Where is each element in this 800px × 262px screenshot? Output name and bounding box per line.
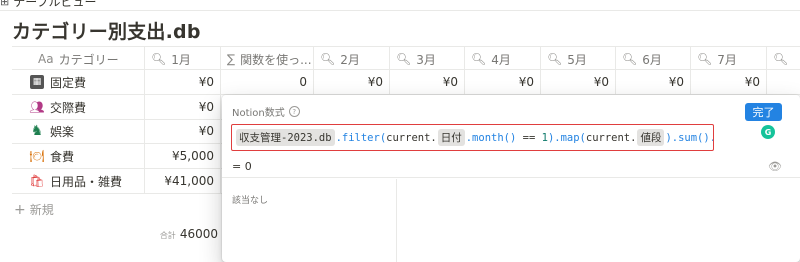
column-sum[interactable]: 合計 46000 bbox=[158, 227, 218, 241]
rollup-icon: 🔍︎ bbox=[547, 52, 563, 66]
formula-editor-header: Notion数式 ? bbox=[232, 104, 300, 119]
column-header-feb[interactable]: 🔍︎ 2月 bbox=[314, 47, 390, 71]
rollup-icon: 🔍︎ bbox=[151, 52, 167, 66]
formula-input[interactable]: 収支管理-2023.db .filter( current. 日付 .month… bbox=[231, 124, 714, 151]
calculator-icon: ▦ bbox=[30, 75, 44, 89]
column-label: 2月 bbox=[340, 52, 360, 67]
jan-cell[interactable]: ¥41,000 bbox=[145, 169, 221, 193]
dining-icon: 🍽︎ bbox=[29, 149, 45, 163]
category-name: 食費 bbox=[50, 149, 75, 164]
column-label: 3月 bbox=[416, 52, 436, 67]
eye-icon[interactable]: 👁︎ bbox=[768, 160, 782, 173]
category-cell[interactable]: 🍽︎ 食費 bbox=[12, 144, 145, 168]
sum-label: 合計 bbox=[159, 231, 176, 240]
rollup-icon: 🔍︎ bbox=[320, 52, 336, 66]
view-tab-label: テーブルビュー bbox=[13, 0, 97, 9]
category-cell[interactable]: 🛍︎ 日用品・雑費 bbox=[12, 169, 145, 193]
mar-cell[interactable]: ¥0 bbox=[390, 70, 465, 94]
plus-icon: + bbox=[14, 201, 26, 218]
column-header-jul[interactable]: 🔍︎ 7月 bbox=[691, 47, 767, 71]
done-button[interactable]: 完了 bbox=[745, 103, 782, 121]
formula-editor-popup: Notion数式 ? 完了 G 収支管理-2023.db .filter( cu… bbox=[222, 95, 800, 262]
text-property-icon: Aa bbox=[38, 52, 54, 66]
column-header-aug[interactable]: 🔍︎ bbox=[767, 47, 800, 71]
category-name: 日用品・雑費 bbox=[50, 174, 123, 189]
column-header-jun[interactable]: 🔍︎ 6月 bbox=[616, 47, 691, 71]
category-cell[interactable]: ♞ 娯楽 bbox=[12, 119, 145, 143]
column-header-category[interactable]: Aa カテゴリー bbox=[12, 47, 145, 71]
column-header-mar[interactable]: 🔍︎ 3月 bbox=[390, 47, 465, 71]
apr-cell[interactable]: ¥0 bbox=[465, 70, 541, 94]
rollup-icon: 🔍︎ bbox=[697, 52, 713, 66]
view-tab[interactable]: ⊞ テーブルビュー bbox=[0, 0, 97, 9]
jan-cell[interactable]: ¥0 bbox=[145, 95, 221, 119]
formula-token-property: 値段 bbox=[637, 129, 665, 146]
formula-token-text: current. bbox=[386, 131, 437, 144]
new-row-label: 新規 bbox=[29, 203, 54, 217]
database-title[interactable]: カテゴリー別支出.db bbox=[12, 17, 201, 44]
category-name: 娯楽 bbox=[50, 124, 75, 139]
column-header-formula[interactable]: ∑ 関数を使っ... bbox=[221, 47, 314, 71]
jan-cell[interactable]: ¥0 bbox=[145, 70, 221, 94]
chess-knight-icon: ♞ bbox=[30, 123, 44, 139]
column-label: カテゴリー bbox=[58, 52, 119, 67]
formula-result-row: = 0 👁︎ bbox=[222, 154, 800, 178]
rollup-icon: 🔍︎ bbox=[622, 52, 638, 66]
result-value: 0 bbox=[244, 160, 252, 173]
may-cell[interactable]: ¥0 bbox=[541, 70, 616, 94]
formula-token-property: 日付 bbox=[437, 129, 465, 146]
formula-token-operator: == bbox=[516, 131, 542, 144]
formula-token-function: .filter( bbox=[335, 131, 387, 144]
sum-value: 46000 bbox=[179, 227, 218, 241]
table-row[interactable]: ▦ 固定費 ¥0 0 ¥0 ¥0 ¥0 ¥0 ¥0 ¥0 bbox=[12, 70, 800, 95]
column-label: 5月 bbox=[567, 52, 587, 67]
column-label: 6月 bbox=[642, 52, 662, 67]
formula-token-property: 収支管理-2023.db bbox=[236, 129, 335, 146]
formula-token-function: ).map( bbox=[547, 131, 586, 144]
jul-cell[interactable]: ¥0 bbox=[691, 70, 767, 94]
formula-cell[interactable]: 0 bbox=[221, 70, 314, 94]
rollup-icon: 🔍︎ bbox=[396, 52, 412, 66]
result-prefix: = bbox=[232, 160, 242, 173]
column-header-jan[interactable]: 🔍︎ 1月 bbox=[145, 47, 221, 71]
formula-token-function: ).sum().toNumber() bbox=[665, 131, 713, 144]
rollup-icon: 🔍︎ bbox=[471, 52, 487, 66]
formula-token-text: current. bbox=[585, 131, 637, 144]
jun-cell[interactable]: ¥0 bbox=[616, 70, 691, 94]
no-match-text: 該当なし bbox=[232, 196, 269, 206]
divider bbox=[0, 10, 800, 11]
rollup-icon: 🔍︎ bbox=[773, 52, 789, 66]
jan-cell[interactable]: ¥5,000 bbox=[145, 144, 221, 168]
jan-cell[interactable]: ¥0 bbox=[145, 119, 221, 143]
category-name: 交際費 bbox=[50, 100, 87, 115]
column-label: 関数を使っ... bbox=[240, 52, 312, 67]
column-label: 4月 bbox=[491, 52, 511, 67]
formula-result: = 0 bbox=[232, 160, 252, 173]
formula-sigma-icon: ∑ bbox=[227, 52, 236, 66]
category-cell[interactable]: ▦ 固定費 bbox=[12, 70, 145, 94]
help-icon[interactable]: ? bbox=[288, 106, 300, 117]
formula-token-function: .month() bbox=[465, 131, 517, 144]
column-header-apr[interactable]: 🔍︎ 4月 bbox=[465, 47, 541, 71]
category-cell[interactable]: 👥︎ 交際費 bbox=[12, 95, 145, 119]
column-label: 7月 bbox=[717, 52, 737, 67]
table-icon: ⊞ bbox=[0, 0, 10, 8]
shopping-bag-icon: 🛍︎ bbox=[29, 174, 45, 188]
people-icon: 👥︎ bbox=[29, 100, 45, 114]
grammarly-icon[interactable]: G bbox=[761, 125, 775, 139]
formula-editor-title: Notion数式 bbox=[232, 108, 285, 119]
table-header: Aa カテゴリー 🔍︎ 1月 ∑ 関数を使っ... 🔍︎ 2月 🔍︎ 3月 🔍︎… bbox=[12, 46, 800, 71]
formula-suggestions-pane: 該当なし bbox=[222, 179, 397, 262]
column-header-may[interactable]: 🔍︎ 5月 bbox=[541, 47, 616, 71]
category-name: 固定費 bbox=[50, 75, 87, 90]
feb-cell[interactable]: ¥0 bbox=[314, 70, 390, 94]
new-row-button[interactable]: + 新規 bbox=[14, 201, 54, 218]
column-label: 1月 bbox=[171, 52, 191, 67]
